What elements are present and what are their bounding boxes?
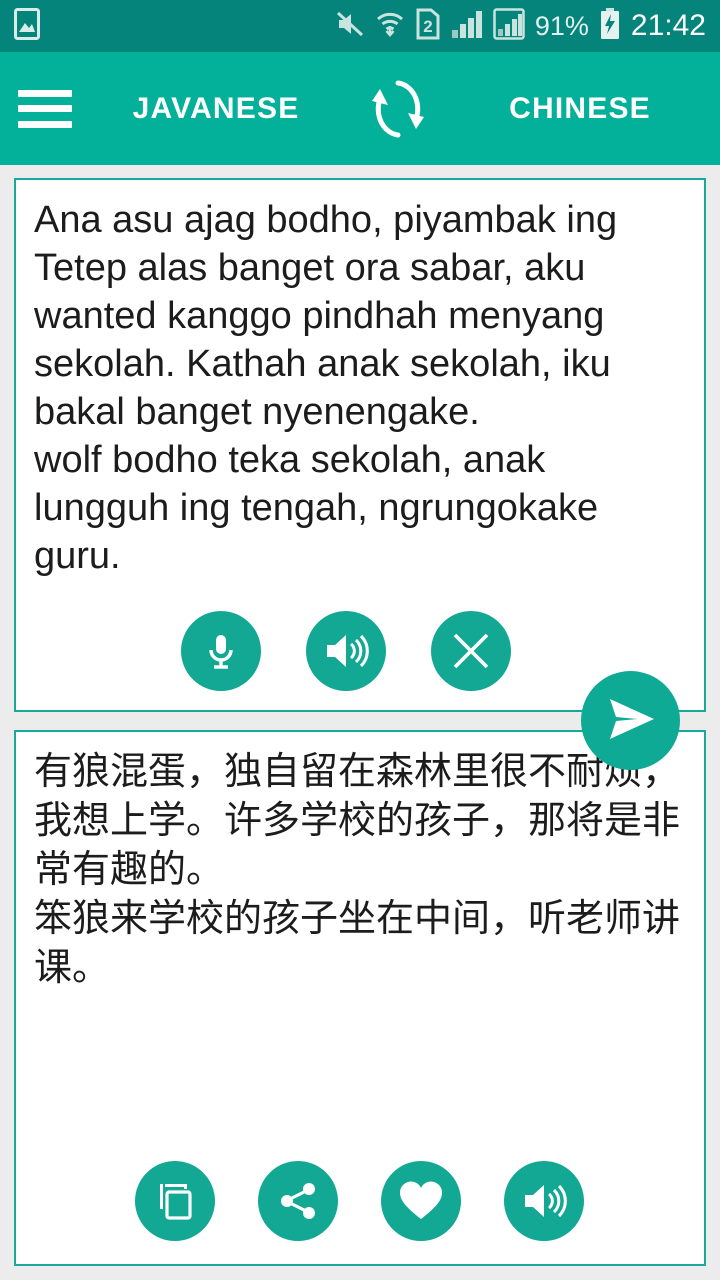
share-button[interactable] [258,1161,338,1241]
wifi-icon [375,9,405,44]
status-bar: 2 91% 21:42 [0,0,720,52]
favorite-button[interactable] [381,1161,461,1241]
clear-button[interactable] [431,611,511,691]
app-toolbar: JAVANESE CHINESE [0,52,720,165]
speak-target-button[interactable] [504,1161,584,1241]
send-icon [600,693,662,748]
translated-text: 有狼混蛋，独自留在森林里很不耐烦，我想上学。许多学校的孩子，那将是非常有趣的。 … [34,751,681,989]
battery-charging-icon [599,7,621,45]
speak-source-button[interactable] [306,611,386,691]
target-language-button[interactable]: CHINESE [440,92,720,126]
copy-icon [154,1180,196,1222]
microphone-icon [199,629,243,673]
share-icon [277,1180,319,1222]
signal-1-icon [451,9,483,44]
speaker-icon [521,1181,567,1221]
hamburger-menu-icon[interactable] [14,87,76,131]
target-action-row [135,1161,584,1241]
mute-icon [335,9,365,44]
close-icon [450,630,492,672]
source-text-input[interactable]: Ana asu ajag bodho, piyambak ing Tetep a… [16,180,704,600]
image-icon [14,7,40,45]
clock: 21:42 [630,9,706,42]
sim-2-icon: 2 [415,8,441,45]
signal-2-icon [493,7,525,45]
speaker-icon [323,631,369,671]
swap-languages-icon[interactable] [356,67,440,151]
battery-percent: 91% [534,10,589,41]
heart-icon [398,1180,444,1222]
translate-send-button[interactable] [581,671,680,770]
source-language-button[interactable]: JAVANESE [76,92,356,126]
status-bar-right-icons: 2 91% 21:42 [335,7,706,45]
app-screen: 2 91% 21:42 JAVANESE CHINESE Ana asu aja… [0,0,720,1280]
svg-text:2: 2 [423,17,432,36]
status-bar-left-icons [14,7,40,45]
mic-button[interactable] [181,611,261,691]
copy-button[interactable] [135,1161,215,1241]
source-action-row [181,611,511,691]
